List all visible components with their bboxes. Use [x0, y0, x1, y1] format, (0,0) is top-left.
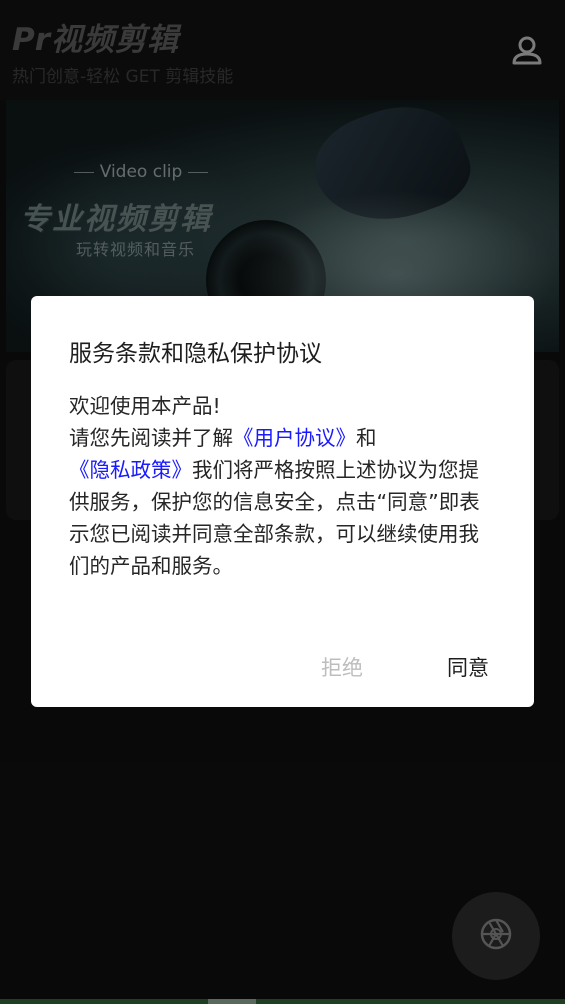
dialog-actions: 拒绝 同意: [31, 648, 534, 688]
privacy-dialog: 服务条款和隐私保护协议 欢迎使用本产品! 请您先阅读并了解《用户协议》和《隐私政…: [31, 296, 534, 707]
dialog-and: 和: [356, 426, 377, 450]
camera-aperture-icon: [479, 917, 513, 955]
camera-fab-button[interactable]: [452, 892, 540, 980]
agree-button[interactable]: 同意: [447, 652, 489, 682]
dialog-intro: 请您先阅读并了解: [69, 426, 233, 450]
dialog-title: 服务条款和隐私保护协议: [69, 341, 322, 367]
dialog-body: 欢迎使用本产品! 请您先阅读并了解《用户协议》和《隐私政策》我们将严格按照上述协…: [69, 390, 499, 582]
privacy-policy-link[interactable]: 《隐私政策》: [69, 458, 192, 482]
decline-button[interactable]: 拒绝: [321, 652, 363, 682]
gesture-handle[interactable]: [208, 999, 256, 1004]
gesture-nav-bar: [0, 999, 565, 1004]
dialog-greeting: 欢迎使用本产品!: [69, 394, 221, 418]
user-agreement-link[interactable]: 《用户协议》: [233, 426, 356, 450]
